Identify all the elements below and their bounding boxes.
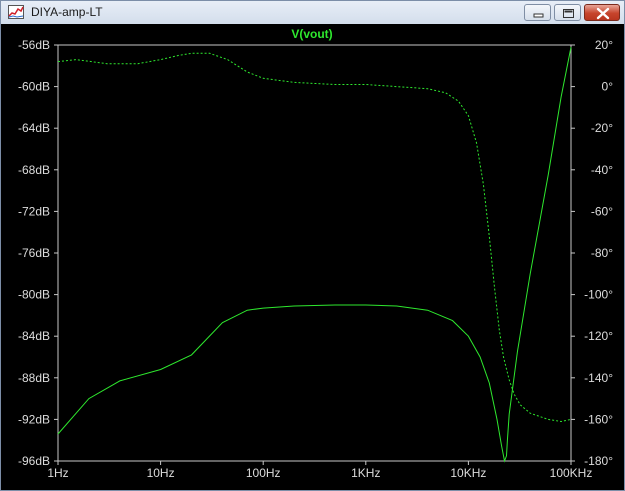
magnitude-trace: [57, 47, 572, 463]
bode-plot[interactable]: V(vout) -56dB -60dB -64dB -68dB -72dB -76dB -8…: [1, 24, 624, 490]
trace-label[interactable]: V(vout): [291, 27, 332, 41]
minimize-button[interactable]: [524, 4, 551, 21]
right-tick-label: -140°: [584, 371, 613, 385]
left-tick-label: -80dB: [18, 288, 50, 302]
right-tick-label: 20°: [595, 38, 613, 52]
phase-trace: [57, 52, 572, 423]
plot-area[interactable]: V(vout) -56dB -60dB -64dB -68dB -72dB -76dB -8…: [1, 24, 624, 490]
plot-border: [57, 44, 572, 462]
close-icon: [596, 7, 610, 20]
x-tick-label: 1Hz: [47, 466, 68, 480]
waveform-app-icon: [8, 5, 24, 19]
maximize-button[interactable]: [554, 4, 581, 21]
left-tick-label: -64dB: [18, 121, 50, 135]
x-tick-label: 10Hz: [147, 466, 175, 480]
x-tick-label: 100Hz: [246, 466, 281, 480]
traces: [57, 47, 572, 463]
left-tick-label: -68dB: [18, 163, 50, 177]
left-tick-label: -60dB: [18, 80, 50, 94]
x-tick-label: 10KHz: [450, 466, 486, 480]
left-tick-label: -56dB: [18, 38, 50, 52]
right-axis-ticks: 20° 0° -20° -40° -60° -80° -100° -120° -140° -160…: [571, 38, 613, 468]
right-tick-label: -20°: [591, 121, 613, 135]
left-tick-label: -88dB: [18, 371, 50, 385]
right-tick-label: -80°: [591, 246, 613, 260]
right-tick-label: -100°: [584, 288, 613, 302]
title-bar[interactable]: DIYA-amp-LT: [1, 1, 624, 24]
left-tick-label: -92dB: [18, 412, 50, 426]
left-tick-label: -76dB: [18, 246, 50, 260]
close-button[interactable]: [584, 4, 620, 21]
x-tick-label: 1KHz: [351, 466, 380, 480]
left-tick-label: -84dB: [18, 329, 50, 343]
x-axis-ticks: 1Hz 10Hz 100Hz 1KHz 10KHz 100KHz: [47, 461, 592, 480]
window-title: DIYA-amp-LT: [31, 5, 103, 19]
application-window: DIYA-amp-LT V(vout) -56dB -60dB -64dB -68dB…: [0, 0, 625, 491]
left-tick-label: -96dB: [18, 454, 50, 468]
x-tick-label: 100KHz: [550, 466, 593, 480]
right-tick-label: -160°: [584, 412, 613, 426]
right-tick-label: -120°: [584, 329, 613, 343]
left-tick-label: -72dB: [18, 204, 50, 218]
left-axis-ticks: -56dB -60dB -64dB -68dB -72dB -76dB -80dB -84dB…: [18, 38, 58, 468]
right-tick-label: -40°: [591, 163, 613, 177]
right-tick-label: 0°: [602, 80, 614, 94]
maximize-icon: [563, 9, 574, 18]
minimize-icon: [533, 13, 544, 18]
right-tick-label: -60°: [591, 204, 613, 218]
